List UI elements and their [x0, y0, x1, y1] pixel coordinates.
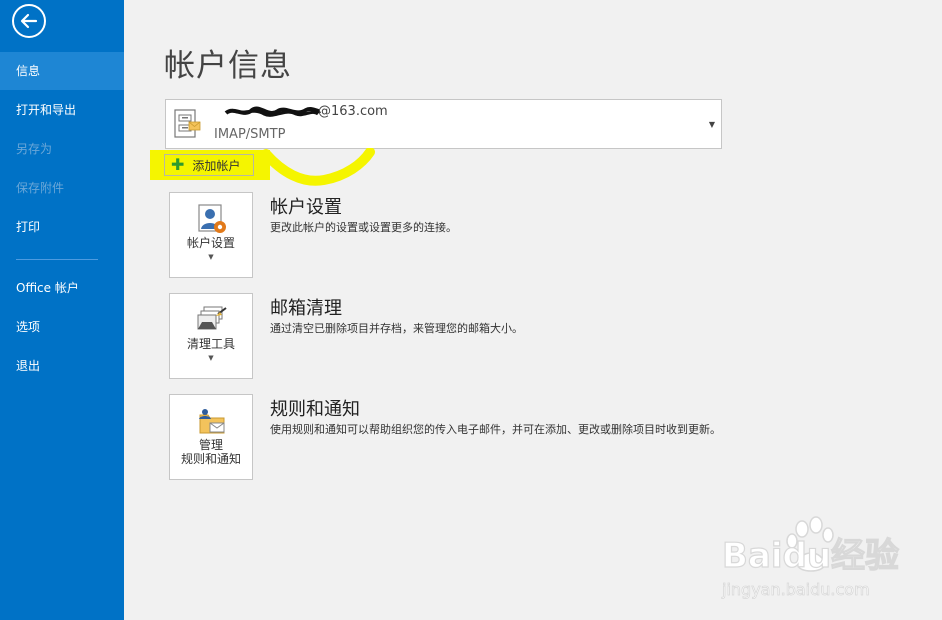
mailbox-cleanup-description: 通过清空已删除项目并存档，来管理您的邮箱大小。	[270, 322, 523, 335]
nav-item-open-export[interactable]: 打开和导出	[0, 91, 124, 129]
cleanup-tools-button[interactable]: 清理工具 ▼	[169, 293, 253, 379]
nav-item-exit[interactable]: 退出	[0, 347, 124, 385]
account-settings-button[interactable]: 帐户设置 ▼	[169, 192, 253, 278]
caret-down-icon: ▼	[208, 354, 214, 362]
back-arrow-icon	[20, 13, 38, 29]
account-type: IMAP/SMTP	[214, 127, 286, 142]
manage-rules-button[interactable]: 管理 规则和通知	[169, 394, 253, 480]
account-settings-label: 帐户设置	[186, 236, 235, 250]
plus-icon: ✚	[171, 155, 185, 174]
page-title: 帐户信息	[164, 48, 292, 84]
baidu-paw-logo: Baidu经验 jingyan.baidu.com	[721, 516, 900, 599]
redaction-scribble	[224, 106, 321, 117]
nav-item-save-attachments: 保存附件	[16, 181, 65, 195]
nav-item-info[interactable]: 信息	[0, 52, 124, 90]
nav-item-options[interactable]: 选项	[0, 308, 124, 346]
back-button[interactable]	[12, 4, 46, 38]
mailbox-cleanup-title: 邮箱清理	[270, 298, 342, 319]
rules-alerts-icon	[199, 409, 225, 434]
baidu-watermark: Baidu经验 jingyan.baidu.com	[720, 515, 920, 605]
nav-item-save-as: 另存为	[16, 142, 53, 156]
sidebar: 信息 打开和导出 另存为 保存附件 打印 Office 帐户 选项 退出	[0, 0, 124, 620]
chevron-down-icon: ▼	[708, 120, 715, 129]
cleanup-tools-icon	[197, 306, 227, 330]
nav-item-office-account[interactable]: Office 帐户	[0, 269, 124, 307]
account-settings-title: 帐户设置	[270, 197, 342, 218]
nav-divider	[16, 259, 98, 260]
manage-rules-label: 管理 规则和通知	[170, 438, 252, 466]
caret-down-icon: ▼	[208, 253, 214, 261]
rules-alerts-description: 使用规则和通知可以帮助组织您的传入电子邮件，并可在添加、更改或删除项目时收到更新…	[270, 423, 721, 436]
manage-rules-label-line1: 管理	[198, 438, 223, 452]
rules-alerts-title: 规则和通知	[270, 399, 360, 420]
add-account-button[interactable]: ✚ 添加帐户	[164, 154, 254, 176]
add-account-highlight: ✚ 添加帐户	[150, 150, 270, 180]
manage-rules-label-line2: 规则和通知	[180, 452, 241, 466]
nav-item-print[interactable]: 打印	[0, 208, 124, 246]
account-settings-description: 更改此帐户的设置或设置更多的连接。	[270, 221, 457, 234]
watermark-brand: Baidu经验	[722, 536, 899, 576]
cleanup-tools-label: 清理工具	[186, 337, 235, 351]
mailbox-icon	[174, 109, 201, 138]
account-selector[interactable]: @163.com IMAP/SMTP ▼	[165, 99, 722, 149]
highlight-swoosh	[262, 148, 375, 186]
watermark-url: jingyan.baidu.com	[721, 580, 870, 599]
account-email-domain: @163.com	[318, 104, 388, 119]
account-settings-icon	[198, 204, 226, 233]
add-account-label: 添加帐户	[192, 158, 241, 173]
